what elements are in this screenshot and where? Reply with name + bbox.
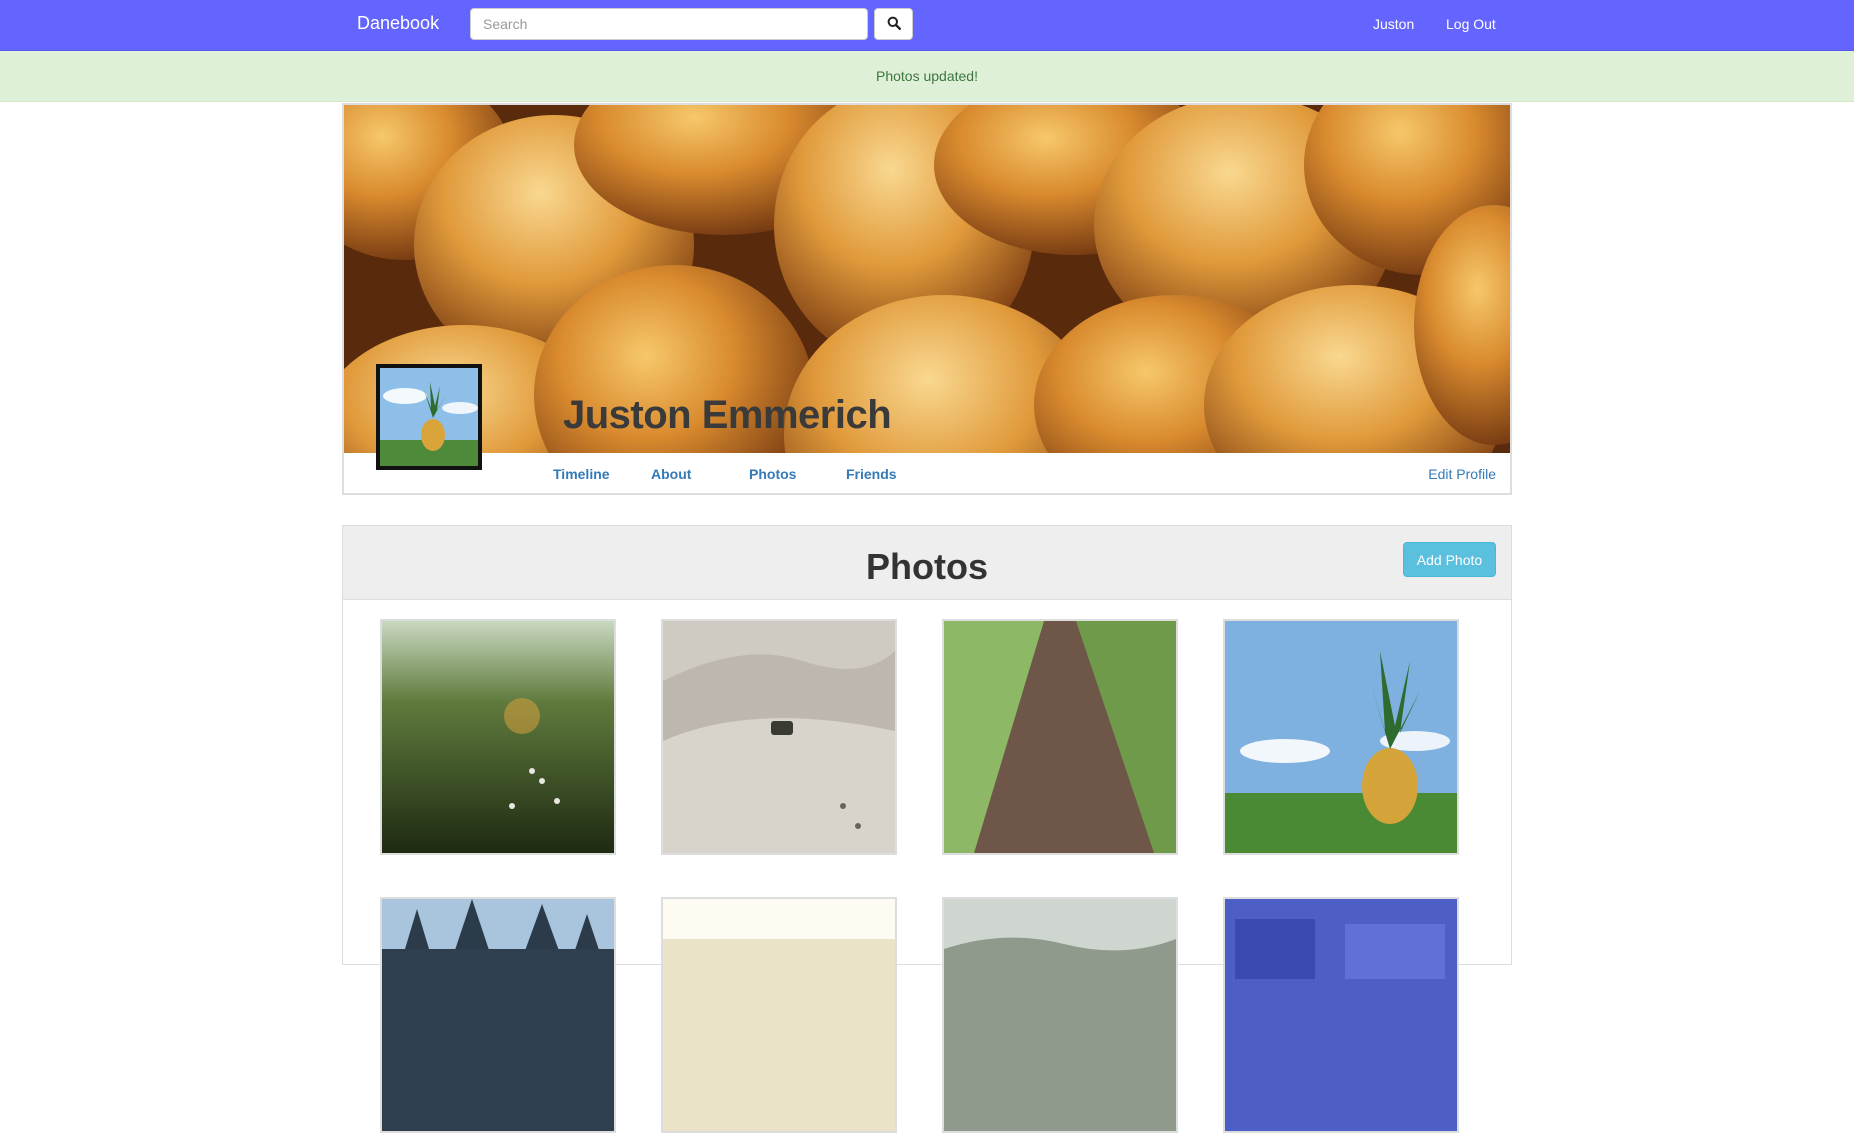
tab-timeline[interactable]: Timeline (553, 466, 610, 482)
brand-link[interactable]: Danebook (357, 13, 439, 34)
cover-photo (344, 105, 1510, 453)
search-icon (887, 16, 901, 33)
add-photo-button[interactable]: Add Photo (1403, 542, 1496, 577)
photo-thumbnail[interactable] (380, 897, 616, 1133)
photo-thumbnail[interactable] (1223, 897, 1459, 1133)
profile-name: Juston Emmerich (563, 393, 892, 437)
profile-avatar[interactable] (376, 364, 482, 470)
top-navbar: Danebook Juston Log Out (0, 0, 1854, 51)
user-profile-link[interactable]: Juston (1373, 16, 1414, 32)
edit-profile-link[interactable]: Edit Profile (1428, 466, 1496, 482)
search-input[interactable] (470, 8, 868, 40)
tab-friends[interactable]: Friends (846, 466, 897, 482)
tab-about[interactable]: About (651, 466, 691, 482)
photo-thumbnail[interactable] (942, 619, 1178, 855)
photo-thumbnail[interactable] (661, 619, 897, 855)
photo-thumbnail[interactable] (661, 897, 897, 1133)
logout-link[interactable]: Log Out (1446, 16, 1496, 32)
photos-panel: Photos Add Photo (342, 525, 1512, 1133)
profile-header: Juston Emmerich Timeline About Photos Fr… (342, 103, 1512, 495)
photo-thumbnail[interactable] (380, 619, 616, 855)
profile-nav: Timeline About Photos Friends Edit Profi… (344, 453, 1510, 495)
photo-thumbnail[interactable] (942, 897, 1178, 1133)
photos-title: Photos (866, 546, 988, 587)
photos-heading: Photos Add Photo (343, 526, 1511, 600)
success-alert: Photos updated! (0, 51, 1854, 102)
search-button[interactable] (874, 8, 913, 40)
tab-photos[interactable]: Photos (749, 466, 796, 482)
alert-message: Photos updated! (876, 68, 978, 84)
photo-thumbnail[interactable] (1223, 619, 1459, 855)
